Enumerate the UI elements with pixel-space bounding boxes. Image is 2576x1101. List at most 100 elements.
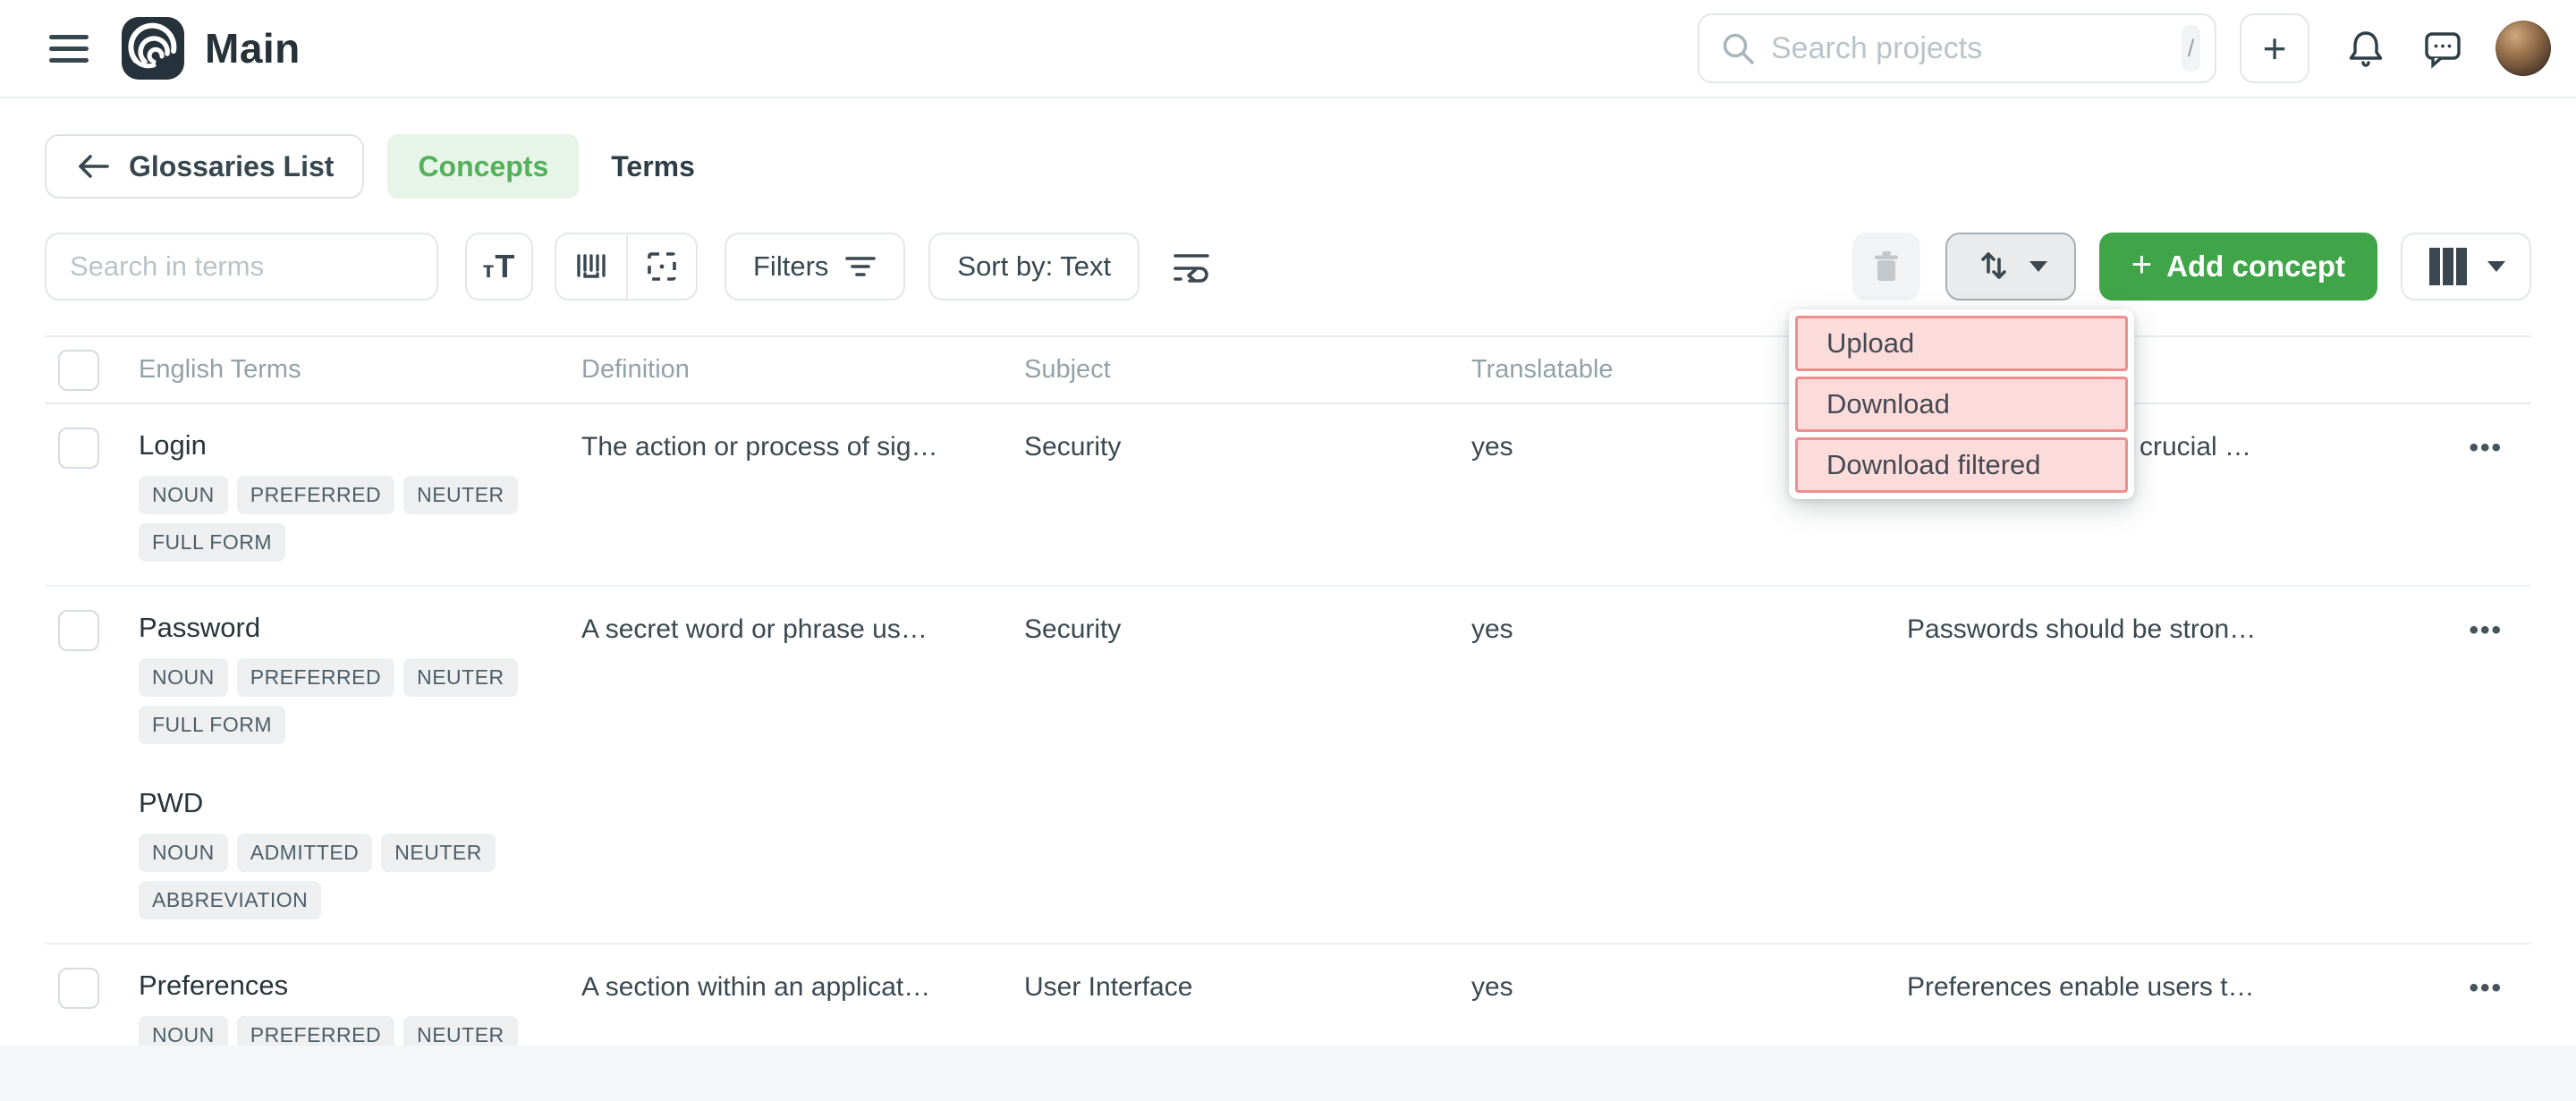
arrow-left-icon — [75, 152, 111, 181]
project-search[interactable]: / — [1698, 13, 2216, 83]
exact-match-button[interactable] — [626, 234, 696, 299]
add-concept-label: Add concept — [2166, 250, 2345, 284]
search-in-terms-input[interactable] — [70, 250, 413, 283]
term-name: Preferences — [139, 964, 581, 1002]
term-name: PWD — [139, 782, 581, 819]
sort-direction-button[interactable] — [1170, 247, 1213, 286]
columns-icon — [2427, 246, 2470, 287]
term-badge: NOUN — [139, 476, 228, 514]
term-badge: ABBREVIATION — [139, 881, 321, 919]
plus-icon: + — [2131, 245, 2152, 285]
menu-item[interactable]: Upload — [1795, 316, 2128, 371]
note-cell: Passwords should be stron… — [1907, 606, 2415, 646]
concepts-table: English Terms Definition Subject Transla… — [45, 335, 2531, 1101]
keyboard-shortcut-badge: / — [2182, 25, 2200, 72]
term-name: Password — [139, 606, 581, 644]
term-group: Login NOUNPREFERREDNEUTER FULL FORM — [139, 424, 581, 562]
columns-dropdown-button[interactable] — [2401, 233, 2531, 301]
term-badge: FULL FORM — [139, 706, 285, 744]
row-menu-button[interactable]: ••• — [2469, 606, 2503, 644]
filters-label: Filters — [753, 250, 828, 283]
toolbar-right-group: + Add concept — [1852, 233, 2531, 301]
search-projects-input[interactable] — [1771, 31, 2167, 66]
sort-by-button[interactable]: Sort by: Text — [928, 233, 1140, 301]
definition-cell: The action or process of sig… — [581, 424, 1024, 463]
create-new-button[interactable]: + — [2240, 13, 2309, 83]
terms-cell: Password NOUNPREFERREDNEUTERFULL FORM PW… — [139, 606, 581, 919]
select-all-checkbox[interactable] — [58, 350, 99, 391]
back-to-glossaries-button[interactable]: Glossaries List — [45, 134, 364, 199]
exact-match-icon — [642, 247, 682, 286]
term-badge: NEUTER — [403, 476, 518, 514]
term-badge: ADMITTED — [237, 834, 373, 872]
translatable-cell: yes — [1471, 964, 1907, 1004]
subject-cell: Security — [1024, 606, 1471, 646]
chevron-down-icon — [2487, 261, 2505, 272]
filter-icon — [844, 253, 877, 280]
export-menu: Upload DownloadDownload filtered — [1789, 309, 2134, 499]
whole-phrase-icon — [572, 247, 611, 286]
header-definition: Definition — [581, 355, 1024, 385]
table-row: Login NOUNPREFERREDNEUTER FULL FORM The a… — [45, 404, 2531, 587]
sort-by-label: Sort by: Text — [957, 250, 1111, 283]
term-name: Login — [139, 424, 581, 462]
term-badges: NOUNPREFERREDNEUTER FULL FORM — [139, 658, 581, 744]
messages-chat-icon[interactable] — [2422, 28, 2463, 69]
row-checkbox[interactable] — [58, 610, 99, 651]
wrap-arrow-icon — [1170, 247, 1213, 286]
term-badge: NEUTER — [403, 658, 518, 697]
concepts-toolbar: тT Filters Sort by: Text — [45, 233, 2531, 301]
up-down-arrows-icon — [1974, 247, 2013, 286]
page-title: Main — [205, 24, 301, 72]
term-badges: NOUNPREFERREDNEUTER FULL FORM — [139, 476, 581, 562]
match-case-button[interactable]: тT — [465, 233, 533, 301]
tab-terms[interactable]: Terms — [602, 134, 704, 199]
row-menu-button[interactable]: ••• — [2469, 964, 2503, 1002]
table-row: Password NOUNPREFERREDNEUTERFULL FORM PW… — [45, 587, 2531, 944]
term-badge: NEUTER — [381, 834, 496, 872]
terms-search[interactable] — [45, 233, 438, 301]
concepts-table-body: Login NOUNPREFERREDNEUTERFULL FORM The a… — [45, 404, 2531, 1101]
match-case-icon: тT — [483, 248, 516, 285]
menu-item[interactable]: Download — [1795, 377, 2128, 432]
term-badge: NOUN — [139, 834, 228, 872]
page-bottom-strip — [0, 1046, 2576, 1101]
import-export-dropdown-button[interactable] — [1945, 233, 2076, 301]
term-badge: FULL FORM — [139, 523, 285, 562]
search-icon — [1719, 30, 1757, 67]
table-header-row: English Terms Definition Subject Transla… — [45, 335, 2531, 404]
tab-concepts[interactable]: Concepts — [387, 134, 579, 199]
notifications-bell-icon[interactable] — [2345, 28, 2386, 69]
term-badge: NOUN — [139, 658, 228, 697]
term-badges: NOUNADMITTEDNEUTER ABBREVIATION — [139, 834, 581, 919]
definition-cell: A secret word or phrase us… — [581, 606, 1024, 646]
chevron-down-icon — [2029, 261, 2047, 272]
header-english-terms: English Terms — [139, 355, 581, 385]
glossary-nav: Glossaries List Concepts Terms — [45, 134, 2531, 199]
subject-cell: Security — [1024, 424, 1471, 463]
delete-selected-button[interactable] — [1852, 233, 1920, 301]
definition-cell: A section within an applicat… — [581, 964, 1024, 1004]
term-group: Password NOUNPREFERREDNEUTER FULL FORM — [139, 606, 581, 744]
trash-icon — [1867, 247, 1906, 286]
terms-cell: Login NOUNPREFERREDNEUTER FULL FORM — [139, 424, 581, 562]
row-checkbox[interactable] — [58, 428, 99, 469]
top-app-bar: Main / + — [0, 0, 2576, 98]
row-menu-button[interactable]: ••• — [2469, 424, 2503, 462]
match-whole-phrase-button[interactable] — [556, 234, 626, 299]
menu-item[interactable]: Download filtered — [1795, 437, 2128, 493]
translatable-cell: yes — [1471, 606, 1907, 646]
term-badge: PREFERRED — [237, 476, 394, 514]
user-avatar[interactable] — [2496, 21, 2551, 76]
hamburger-menu-icon[interactable] — [49, 35, 89, 63]
filters-button[interactable]: Filters — [724, 233, 905, 301]
back-button-label: Glossaries List — [129, 150, 334, 183]
row-checkbox[interactable] — [58, 968, 99, 1009]
search-mode-group — [555, 233, 698, 301]
app-logo[interactable] — [121, 16, 185, 80]
header-subject: Subject — [1024, 355, 1471, 385]
note-cell: Preferences enable users t… — [1907, 964, 2415, 1004]
subject-cell: User Interface — [1024, 964, 1471, 1004]
term-badge: PREFERRED — [237, 658, 394, 697]
add-concept-button[interactable]: + Add concept — [2099, 233, 2377, 301]
